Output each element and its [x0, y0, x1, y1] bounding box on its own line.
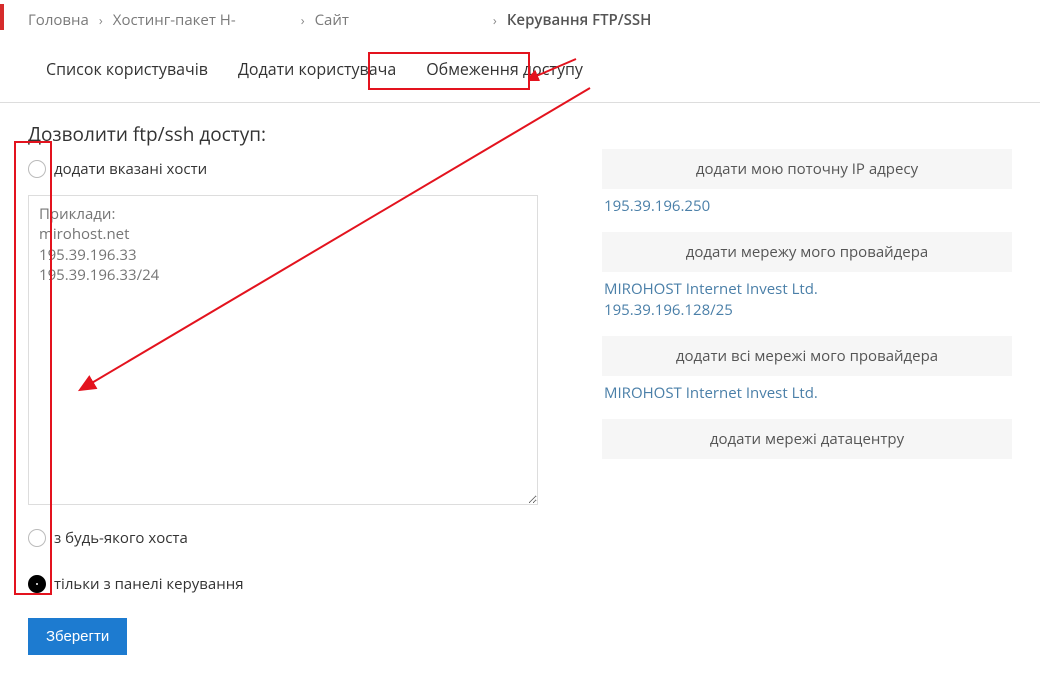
radio-panel-only-label: тільки з панелі керування	[54, 574, 244, 594]
add-dc-block: додати мережі датацентру	[602, 419, 1012, 459]
radio-any-host-label: з будь-якого хоста	[54, 528, 188, 548]
chevron-right-icon: ›	[99, 11, 103, 29]
tabs: Список користувачів Додати користувача О…	[0, 40, 1040, 103]
add-provider-all-button[interactable]: додати всі мережі мого провайдера	[602, 336, 1012, 376]
chevron-right-icon: ›	[493, 11, 497, 29]
redacted	[236, 14, 291, 28]
save-button[interactable]: Зберегти	[28, 618, 127, 655]
radio-add-hosts[interactable]	[28, 160, 46, 178]
add-my-ip-button[interactable]: додати мою поточну IP адресу	[602, 149, 1012, 189]
breadcrumb-current: Керування FTP/SSH	[507, 10, 652, 30]
add-provider-net-button[interactable]: додати мережу мого провайдера	[602, 232, 1012, 272]
section-title: Дозволити ftp/ssh доступ:	[28, 121, 548, 147]
radio-add-hosts-label: додати вказані хости	[54, 159, 207, 179]
add-provider-net-detail[interactable]: MIROHOST Internet Invest Ltd. 195.39.196…	[602, 272, 1012, 320]
radio-panel-only[interactable]	[28, 575, 46, 593]
breadcrumb-home[interactable]: Головна	[28, 10, 89, 30]
hosts-textarea[interactable]	[28, 195, 538, 505]
add-provider-all-detail[interactable]: MIROHOST Internet Invest Ltd.	[602, 376, 1012, 403]
add-provider-all-block: додати всі мережі мого провайдера MIROHO…	[602, 336, 1012, 403]
add-dc-button[interactable]: додати мережі датацентру	[602, 419, 1012, 459]
radio-any-host[interactable]	[28, 529, 46, 547]
redacted	[353, 14, 483, 28]
tab-access-restriction[interactable]: Обмеження доступу	[422, 52, 587, 86]
radio-panel-only-row[interactable]: тільки з панелі керування	[28, 574, 548, 594]
tab-users-list[interactable]: Список користувачів	[42, 52, 212, 86]
radio-add-hosts-row[interactable]: додати вказані хости	[28, 159, 548, 179]
breadcrumb-package[interactable]: Хостинг-пакет H-	[113, 10, 291, 30]
add-my-ip-block: додати мою поточну IP адресу 195.39.196.…	[602, 149, 1012, 216]
breadcrumb-site[interactable]: Сайт	[315, 10, 483, 30]
radio-any-host-row[interactable]: з будь-якого хоста	[28, 528, 548, 548]
add-provider-net-block: додати мережу мого провайдера MIROHOST I…	[602, 232, 1012, 320]
breadcrumb: Головна › Хостинг-пакет H- › Сайт › Керу…	[0, 0, 1040, 40]
tab-add-user[interactable]: Додати користувача	[234, 52, 400, 86]
chevron-right-icon: ›	[301, 11, 305, 29]
add-my-ip-detail[interactable]: 195.39.196.250	[602, 189, 1012, 216]
